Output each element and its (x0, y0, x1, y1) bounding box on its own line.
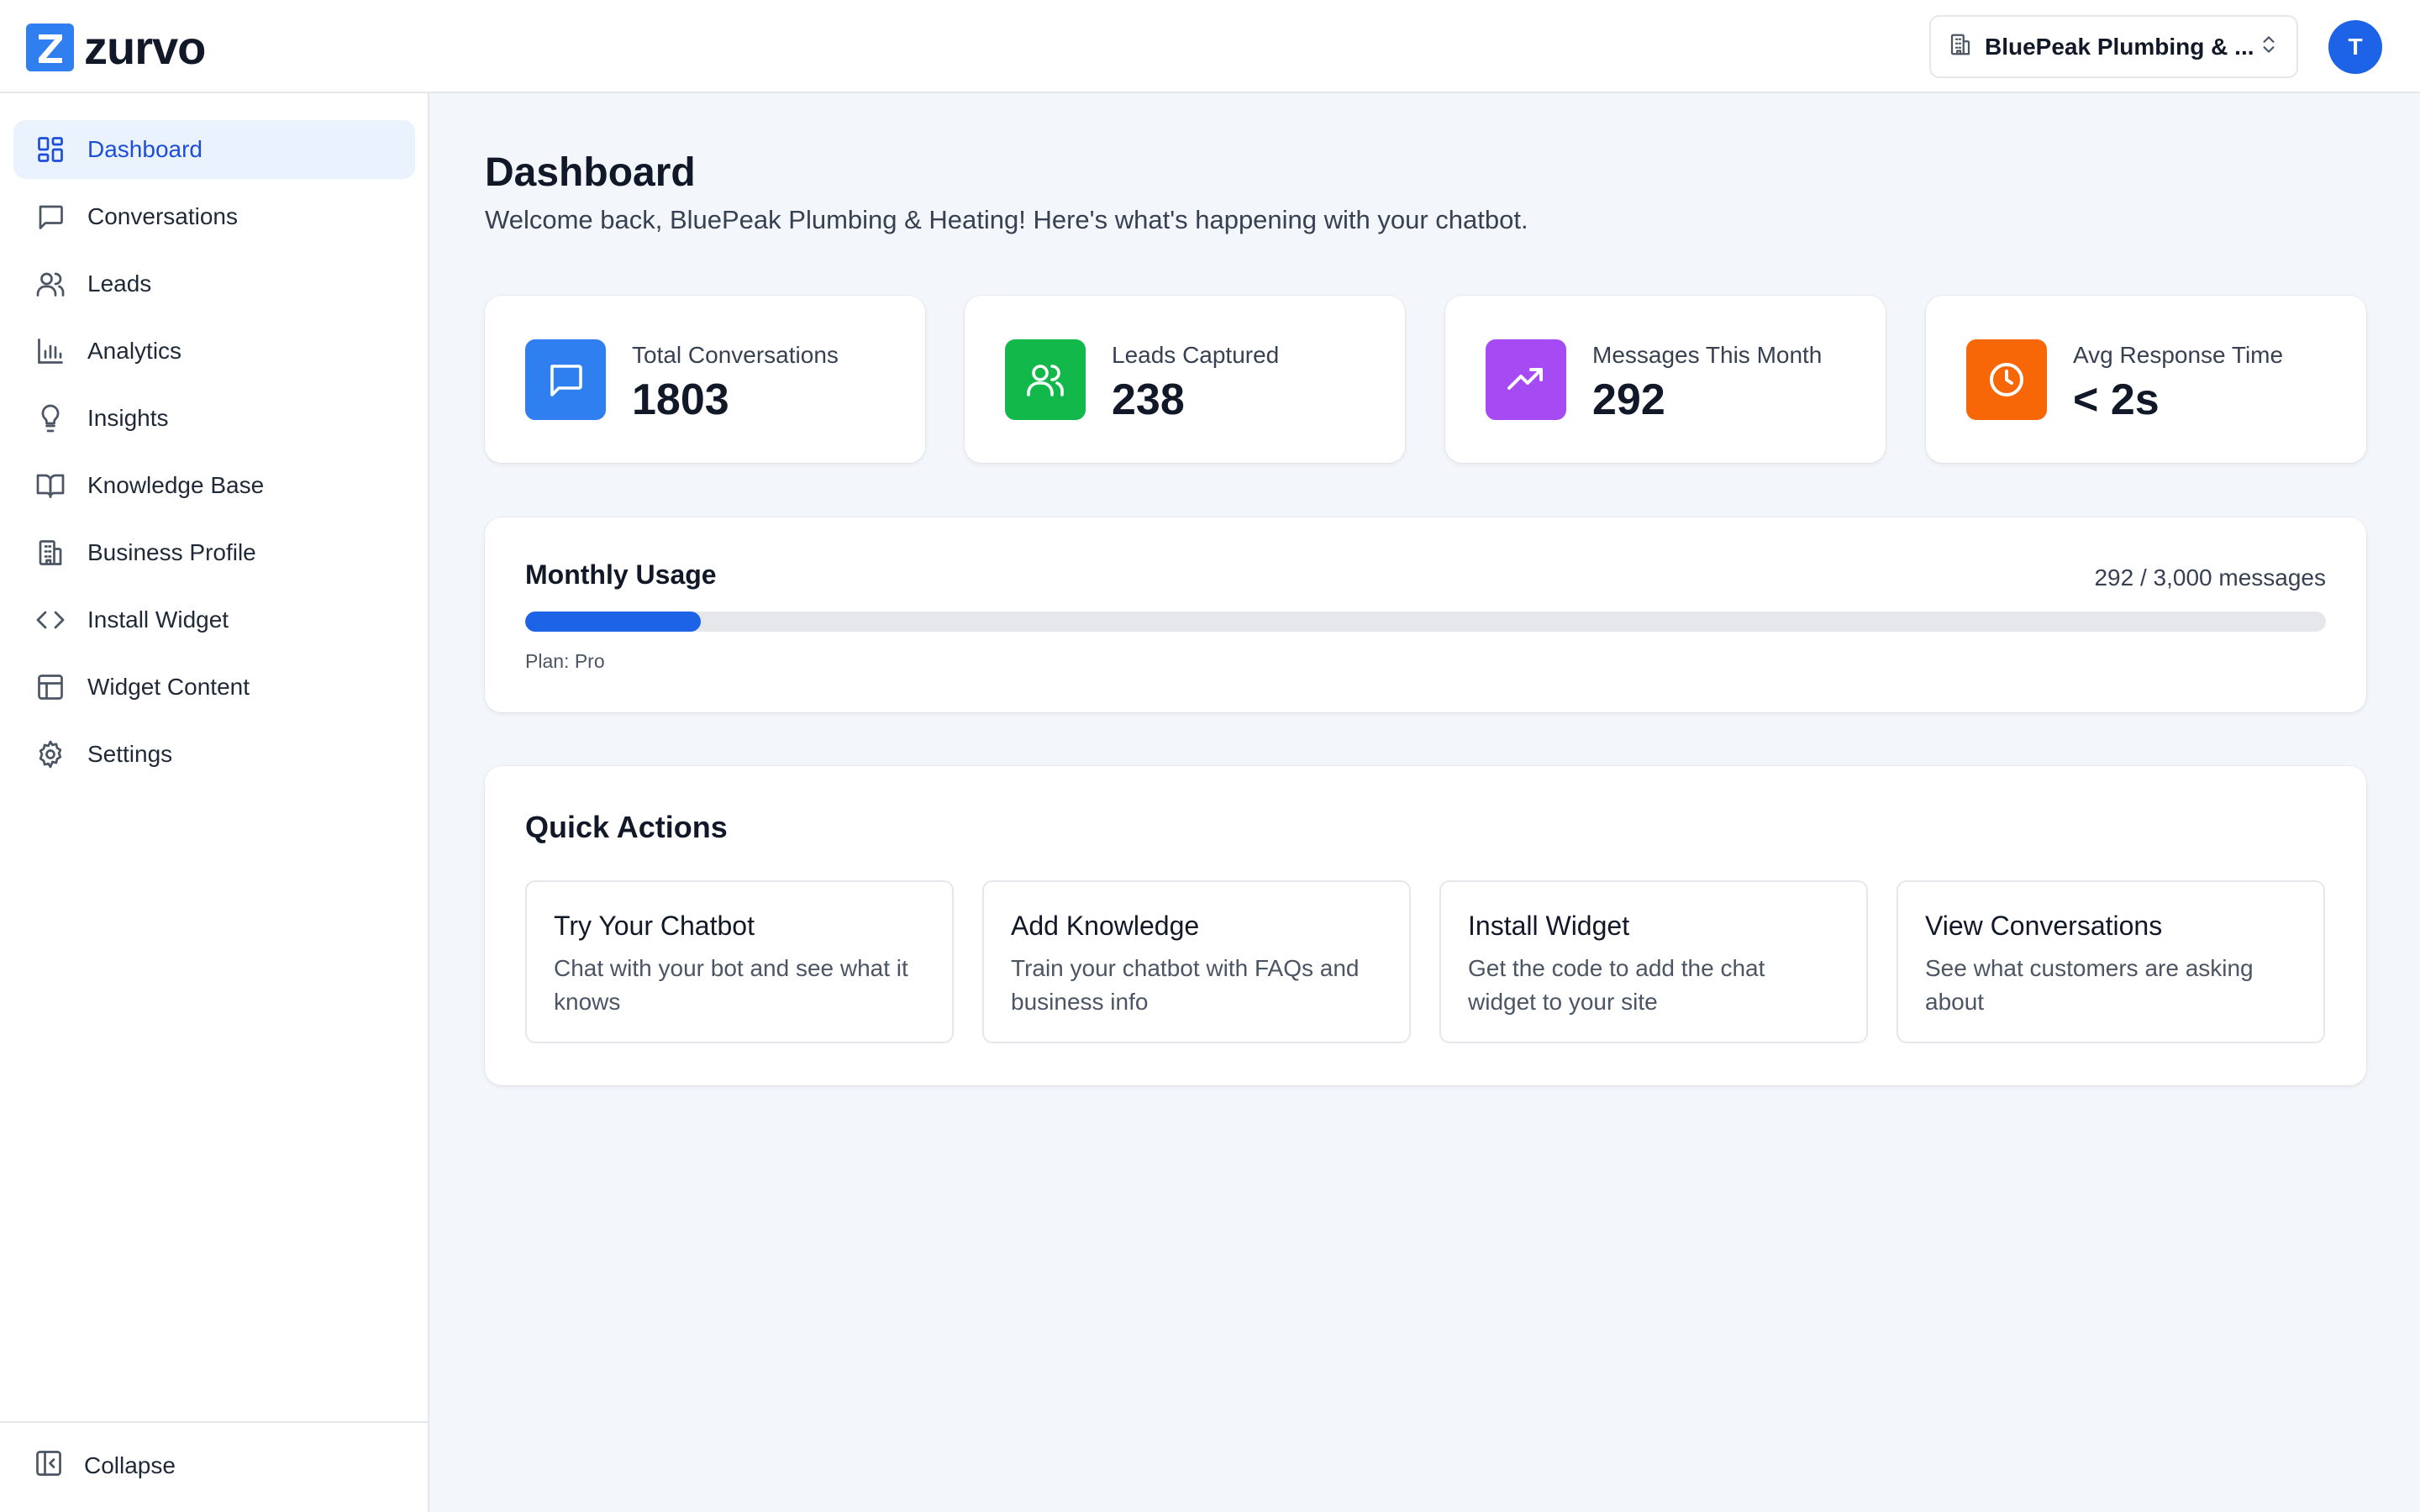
stat-value: < 2s (2073, 375, 2160, 424)
quick-action-try-chatbot[interactable]: Try Your Chatbot Chat with your bot and … (525, 880, 954, 1043)
sidebar-item-business-profile[interactable]: Business Profile (13, 523, 415, 582)
page-subtitle: Welcome back, BluePeak Plumbing & Heatin… (485, 205, 1528, 234)
trend-up-icon (1486, 339, 1566, 420)
building-icon (1948, 32, 1973, 61)
usage-progress-track (525, 612, 2326, 632)
quick-action-desc: Chat with your bot and see what it knows (554, 955, 908, 1015)
chat-icon (525, 339, 606, 420)
stat-label: Total Conversations (632, 342, 839, 368)
quick-action-title: Try Your Chatbot (554, 911, 755, 941)
quick-action-title: Install Widget (1468, 911, 1630, 941)
sidebar-item-label: Knowledge Base (87, 472, 265, 498)
sidebar-item-label: Settings (87, 741, 173, 767)
quick-action-install-widget[interactable]: Install Widget Get the code to add the c… (1439, 880, 1868, 1043)
building-icon (34, 536, 67, 570)
users-icon (1005, 339, 1086, 420)
quick-action-title: Add Knowledge (1011, 911, 1200, 941)
quick-action-title: View Conversations (1925, 911, 2163, 941)
sidebar-nav: Dashboard Conversations Leads Analytics … (13, 120, 415, 792)
quick-actions-card: Quick Actions Try Your Chatbot Chat with… (485, 766, 2366, 1085)
sidebar-item-label: Insights (87, 405, 169, 431)
stat-card-total-conversations: Total Conversations 1803 (485, 296, 925, 463)
sidebar-item-widget-content[interactable]: Widget Content (13, 658, 415, 717)
collapse-button[interactable]: Collapse (34, 1448, 176, 1483)
quick-action-desc: Train your chatbot with FAQs and busines… (1011, 955, 1360, 1015)
sidebar-item-analytics[interactable]: Analytics (13, 322, 415, 381)
bar-chart-icon (34, 334, 67, 368)
page-title: Dashboard (485, 150, 696, 195)
sidebar-item-insights[interactable]: Insights (13, 389, 415, 448)
clock-icon (1966, 339, 2047, 420)
stat-value: 238 (1112, 375, 1185, 424)
stat-card-avg-response-time: Avg Response Time < 2s (1926, 296, 2366, 463)
chat-icon (34, 200, 67, 234)
stat-label: Leads Captured (1112, 342, 1280, 368)
quick-action-add-knowledge[interactable]: Add Knowledge Train your chatbot with FA… (982, 880, 1411, 1043)
sidebar-item-label: Conversations (87, 203, 238, 229)
usage-title: Monthly Usage (525, 559, 717, 590)
sidebar-item-label: Dashboard (87, 136, 203, 162)
user-avatar[interactable]: T (2328, 20, 2382, 74)
stat-label: Messages This Month (1592, 342, 1823, 368)
usage-progress-fill (525, 612, 701, 632)
layout-icon (34, 670, 67, 704)
top-bar: zurvo BluePeak Plumbing & ... T (0, 0, 2420, 93)
quick-action-desc: See what customers are asking about (1925, 955, 2254, 1015)
dashboard-icon (34, 133, 67, 166)
sidebar-item-conversations[interactable]: Conversations (13, 187, 415, 246)
collapse-label: Collapse (84, 1452, 176, 1478)
quick-actions-title: Quick Actions (525, 810, 728, 844)
book-icon (34, 469, 67, 502)
quick-action-desc: Get the code to add the chat widget to y… (1468, 955, 1765, 1015)
logo-mark-icon (26, 24, 74, 71)
sidebar-item-leads[interactable]: Leads (13, 255, 415, 313)
sidebar-item-label: Leads (87, 270, 152, 297)
sidebar-item-install-widget[interactable]: Install Widget (13, 591, 415, 649)
business-name: BluePeak Plumbing & ... (1985, 33, 2254, 60)
logo[interactable]: zurvo (26, 20, 206, 74)
sidebar-item-settings[interactable]: Settings (13, 725, 415, 784)
sidebar-item-label: Widget Content (87, 674, 250, 700)
sidebar-footer: Collapse (0, 1421, 428, 1512)
stat-label: Avg Response Time (2073, 342, 2284, 368)
business-switcher[interactable]: BluePeak Plumbing & ... (1929, 15, 2298, 78)
users-icon (34, 267, 67, 301)
gear-icon (34, 738, 67, 771)
usage-count: 292 / 3,000 messages (2094, 564, 2326, 591)
sidebar-item-dashboard[interactable]: Dashboard (13, 120, 415, 179)
sidebar-item-label: Business Profile (87, 539, 256, 565)
stat-card-messages-this-month: Messages This Month 292 (1445, 296, 1886, 463)
sidebar-item-knowledge-base[interactable]: Knowledge Base (13, 456, 415, 515)
collapse-sidebar-icon (34, 1448, 64, 1483)
lightbulb-icon (34, 402, 67, 435)
quick-action-view-conversations[interactable]: View Conversations See what customers ar… (1897, 880, 2325, 1043)
sidebar: Dashboard Conversations Leads Analytics … (0, 93, 429, 1512)
sidebar-item-label: Install Widget (87, 606, 229, 633)
code-icon (34, 603, 67, 637)
logo-text: zurvo (84, 20, 206, 74)
monthly-usage-card: Monthly Usage 292 / 3,000 messages Plan:… (485, 517, 2366, 712)
stat-value: 1803 (632, 375, 729, 424)
chevron-up-down-icon (2258, 32, 2280, 61)
stat-card-leads-captured: Leads Captured 238 (965, 296, 1405, 463)
sidebar-item-label: Analytics (87, 338, 182, 364)
usage-plan: Plan: Pro (525, 650, 605, 672)
stat-value: 292 (1592, 375, 1665, 424)
